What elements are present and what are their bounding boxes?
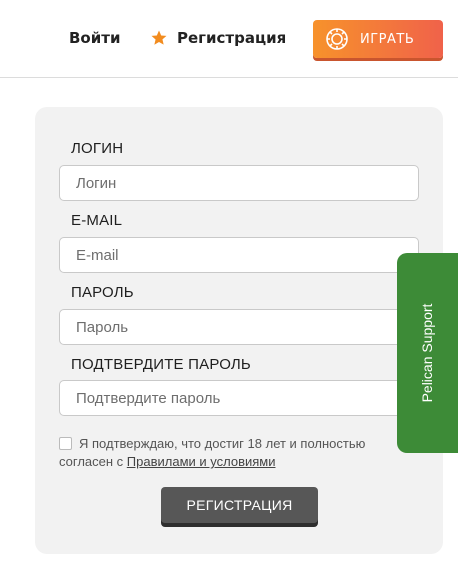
agree-checkbox[interactable] (59, 437, 72, 450)
email-label: E-MAIL (71, 212, 123, 229)
email-input[interactable] (59, 237, 419, 273)
terms-link[interactable]: Правилами и условиями (127, 454, 276, 469)
star-icon (150, 29, 168, 47)
play-button[interactable]: ИГРАТЬ (313, 20, 443, 58)
login-input[interactable] (59, 165, 419, 201)
registration-form: ЛОГИН E-MAIL ПАРОЛЬ ПОДТВЕРДИТЕ ПАРОЛЬ Я… (35, 107, 443, 554)
register-link[interactable]: Регистрация (150, 29, 286, 47)
register-link-label: Регистрация (177, 29, 287, 47)
support-tab-label: Pelican Support (419, 303, 435, 403)
agree-text-line2: согласен с Правилами и условиями (59, 453, 275, 471)
confirm-password-label: ПОДТВЕРДИТЕ ПАРОЛЬ (71, 356, 251, 373)
login-label: ЛОГИН (71, 140, 124, 157)
agree-text-prefix: согласен с (59, 454, 127, 469)
casino-chip-icon (325, 27, 349, 51)
login-link[interactable]: Войти (69, 29, 120, 47)
register-submit-button[interactable]: РЕГИСТРАЦИЯ (161, 487, 318, 523)
confirm-password-input[interactable] (59, 380, 419, 416)
site-header: Войти Регистрация ИГРАТЬ (0, 0, 458, 78)
support-tab[interactable]: Pelican Support (397, 253, 458, 453)
play-button-label: ИГРАТЬ (360, 31, 415, 47)
agree-text: Я подтверждаю, что достиг 18 лет и полно… (79, 436, 366, 451)
password-label: ПАРОЛЬ (71, 284, 134, 301)
password-input[interactable] (59, 309, 419, 345)
